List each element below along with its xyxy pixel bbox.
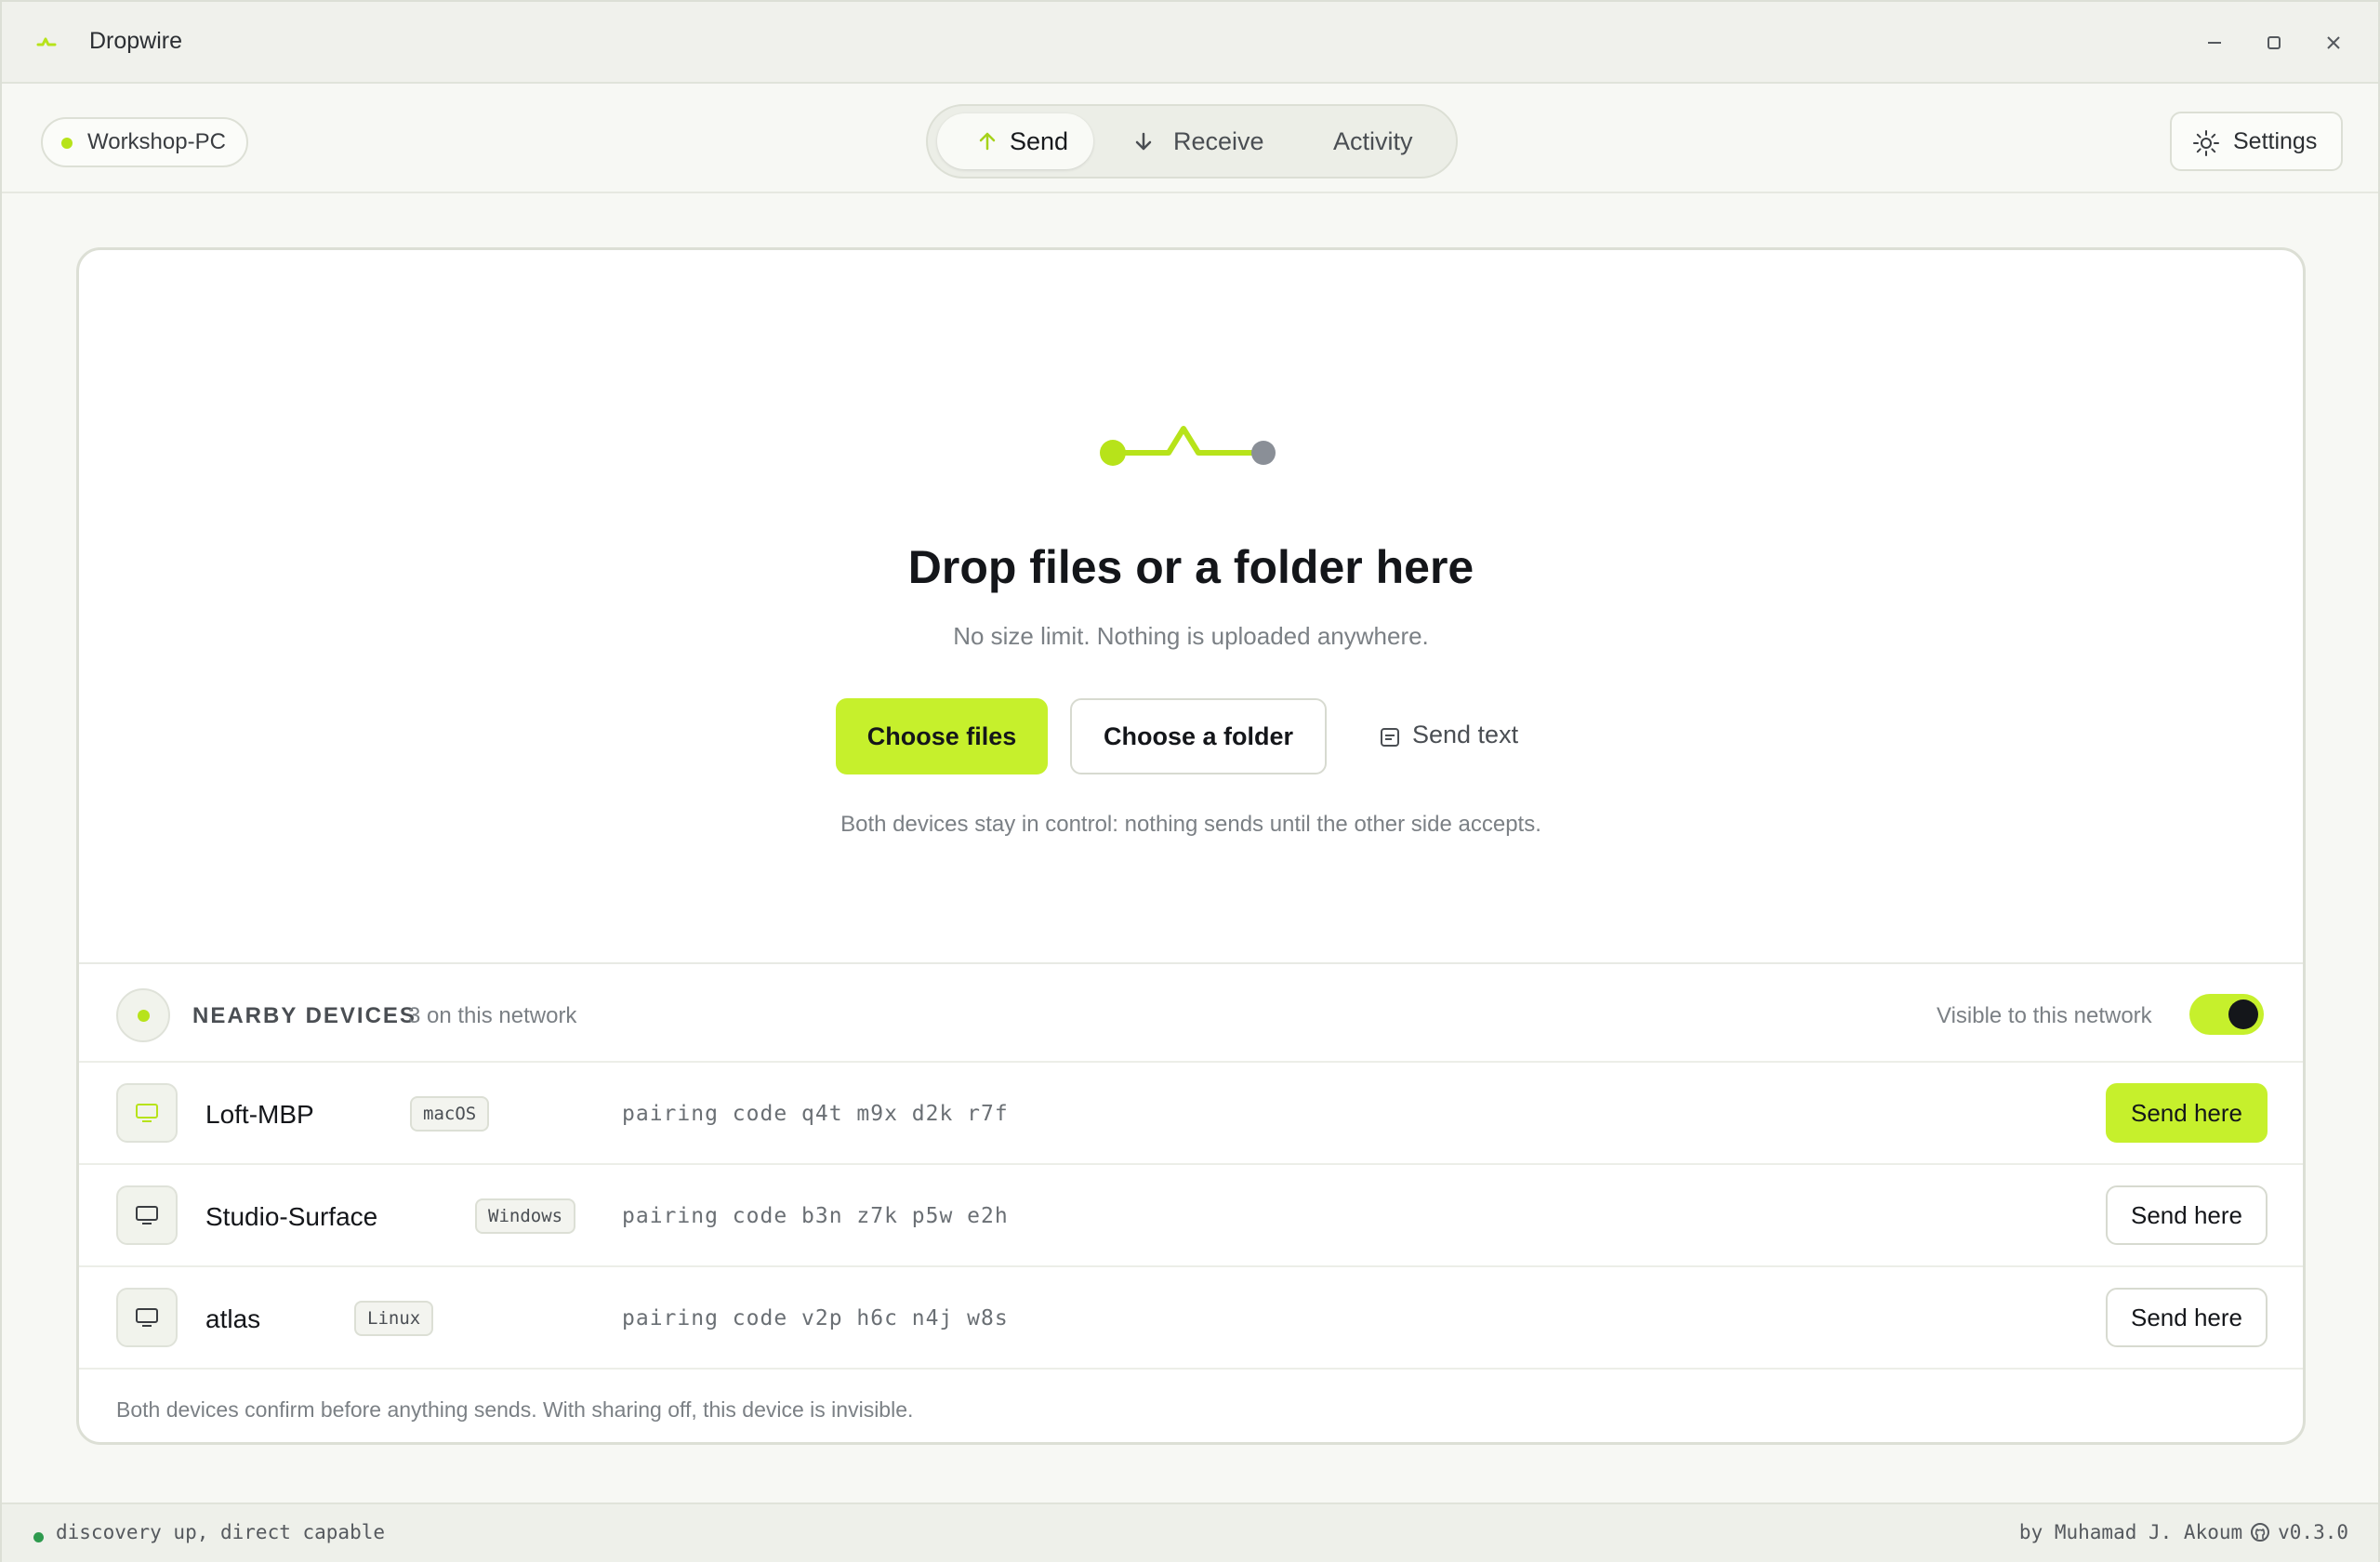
device-os-badge: Windows — [475, 1198, 576, 1234]
tab-send-label: Send — [1010, 127, 1069, 155]
status-right: by Muhamad J. Akoum v0.3.0 — [2019, 1521, 2348, 1543]
connection-icon — [1100, 426, 1276, 466]
visible-label: Visible to this network — [1937, 1003, 2152, 1028]
monitor-icon — [116, 1288, 178, 1347]
app-title: Dropwire — [89, 28, 183, 54]
status-dot — [33, 1532, 44, 1542]
dropwire-logo-icon — [36, 37, 57, 46]
drop-title: Drop files or a folder here — [907, 541, 1474, 593]
monitor-icon — [116, 1185, 178, 1245]
drop-zone-card[interactable]: Drop files or a folder here No size limi… — [76, 247, 2306, 1445]
device-name: Loft-MBP — [205, 1100, 314, 1129]
pairing-code: pairing code q4t m9x d2k r7f — [622, 1102, 1009, 1126]
arrow-down-icon — [1135, 132, 1152, 151]
title-bar: Dropwire — [2, 2, 2378, 84]
device-name: atlas — [205, 1304, 261, 1333]
visibility-toggle[interactable] — [2189, 994, 2264, 1035]
note-icon — [1381, 728, 1399, 747]
device-row: Studio-Surface Windows pairing code b3n … — [79, 1165, 2303, 1267]
github-icon[interactable] — [2250, 1522, 2270, 1542]
online-dot — [61, 138, 73, 149]
tab-send[interactable]: Send — [937, 113, 1093, 169]
tab-activity-label: Activity — [1333, 127, 1413, 155]
send-here-button[interactable]: Send here — [2106, 1288, 2268, 1347]
choose-folder-button[interactable]: Choose a folder — [1070, 698, 1327, 774]
send-here-button[interactable]: Send here — [2106, 1185, 2268, 1245]
pairing-code: pairing code v2p h6c n4j w8s — [622, 1306, 1009, 1330]
device-chip[interactable]: Workshop-PC — [41, 117, 248, 167]
device-name: Studio-Surface — [205, 1202, 378, 1231]
nearby-title: NEARBY DEVICES — [192, 1003, 416, 1028]
device-os-badge: Linux — [354, 1301, 434, 1336]
status-bar: discovery up, direct capable by Muhamad … — [2, 1502, 2378, 1562]
drop-note: Both devices stay in control: nothing se… — [840, 812, 1541, 837]
status-text: discovery up, direct capable — [56, 1521, 386, 1543]
version-label: v0.3.0 — [2278, 1521, 2348, 1543]
tab-activity[interactable]: Activity — [1333, 113, 1435, 169]
send-text-button[interactable]: Send text — [1371, 698, 1548, 774]
maximize-icon[interactable] — [2257, 26, 2291, 60]
arrow-up-icon — [979, 132, 996, 151]
drop-subtitle: No size limit. Nothing is uploaded anywh… — [953, 622, 1429, 650]
send-here-button[interactable]: Send here — [2106, 1083, 2268, 1143]
author-credit: by Muhamad J. Akoum — [2018, 1521, 2243, 1543]
mode-tabs: Send Receive Activity — [926, 104, 1458, 179]
send-text-label: Send text — [1412, 721, 1519, 748]
top-bar: Workshop-PC Send Receive Activity Settin… — [2, 86, 2378, 193]
device-os-badge: macOS — [410, 1096, 490, 1132]
nearby-header: NEARBY DEVICES 3 on this network Visible… — [79, 964, 2303, 1063]
nearby-footer-note: Both devices confirm before anything sen… — [116, 1397, 914, 1422]
pairing-code: pairing code b3n z7k p5w e2h — [622, 1204, 1009, 1228]
gear-icon — [2193, 130, 2219, 156]
minimize-icon[interactable] — [2198, 26, 2231, 60]
tab-receive-label: Receive — [1173, 127, 1264, 155]
nearby-devices-panel: NEARBY DEVICES 3 on this network Visible… — [79, 962, 2303, 1442]
tab-receive[interactable]: Receive — [1125, 113, 1264, 169]
settings-button[interactable]: Settings — [2170, 112, 2343, 171]
device-row: atlas Linux pairing code v2p h6c n4j w8s… — [79, 1267, 2303, 1370]
device-name: Workshop-PC — [87, 129, 226, 154]
settings-label: Settings — [2233, 128, 2318, 154]
nearby-count: 3 on this network — [408, 1003, 577, 1028]
radar-icon — [116, 988, 170, 1042]
app-window: Dropwire Workshop-PC Send Receive Activi… — [0, 0, 2380, 1562]
close-icon[interactable] — [2317, 26, 2350, 60]
device-row: Loft-MBP macOS pairing code q4t m9x d2k … — [79, 1063, 2303, 1165]
monitor-icon — [116, 1083, 178, 1143]
choose-files-button[interactable]: Choose files — [836, 698, 1048, 774]
